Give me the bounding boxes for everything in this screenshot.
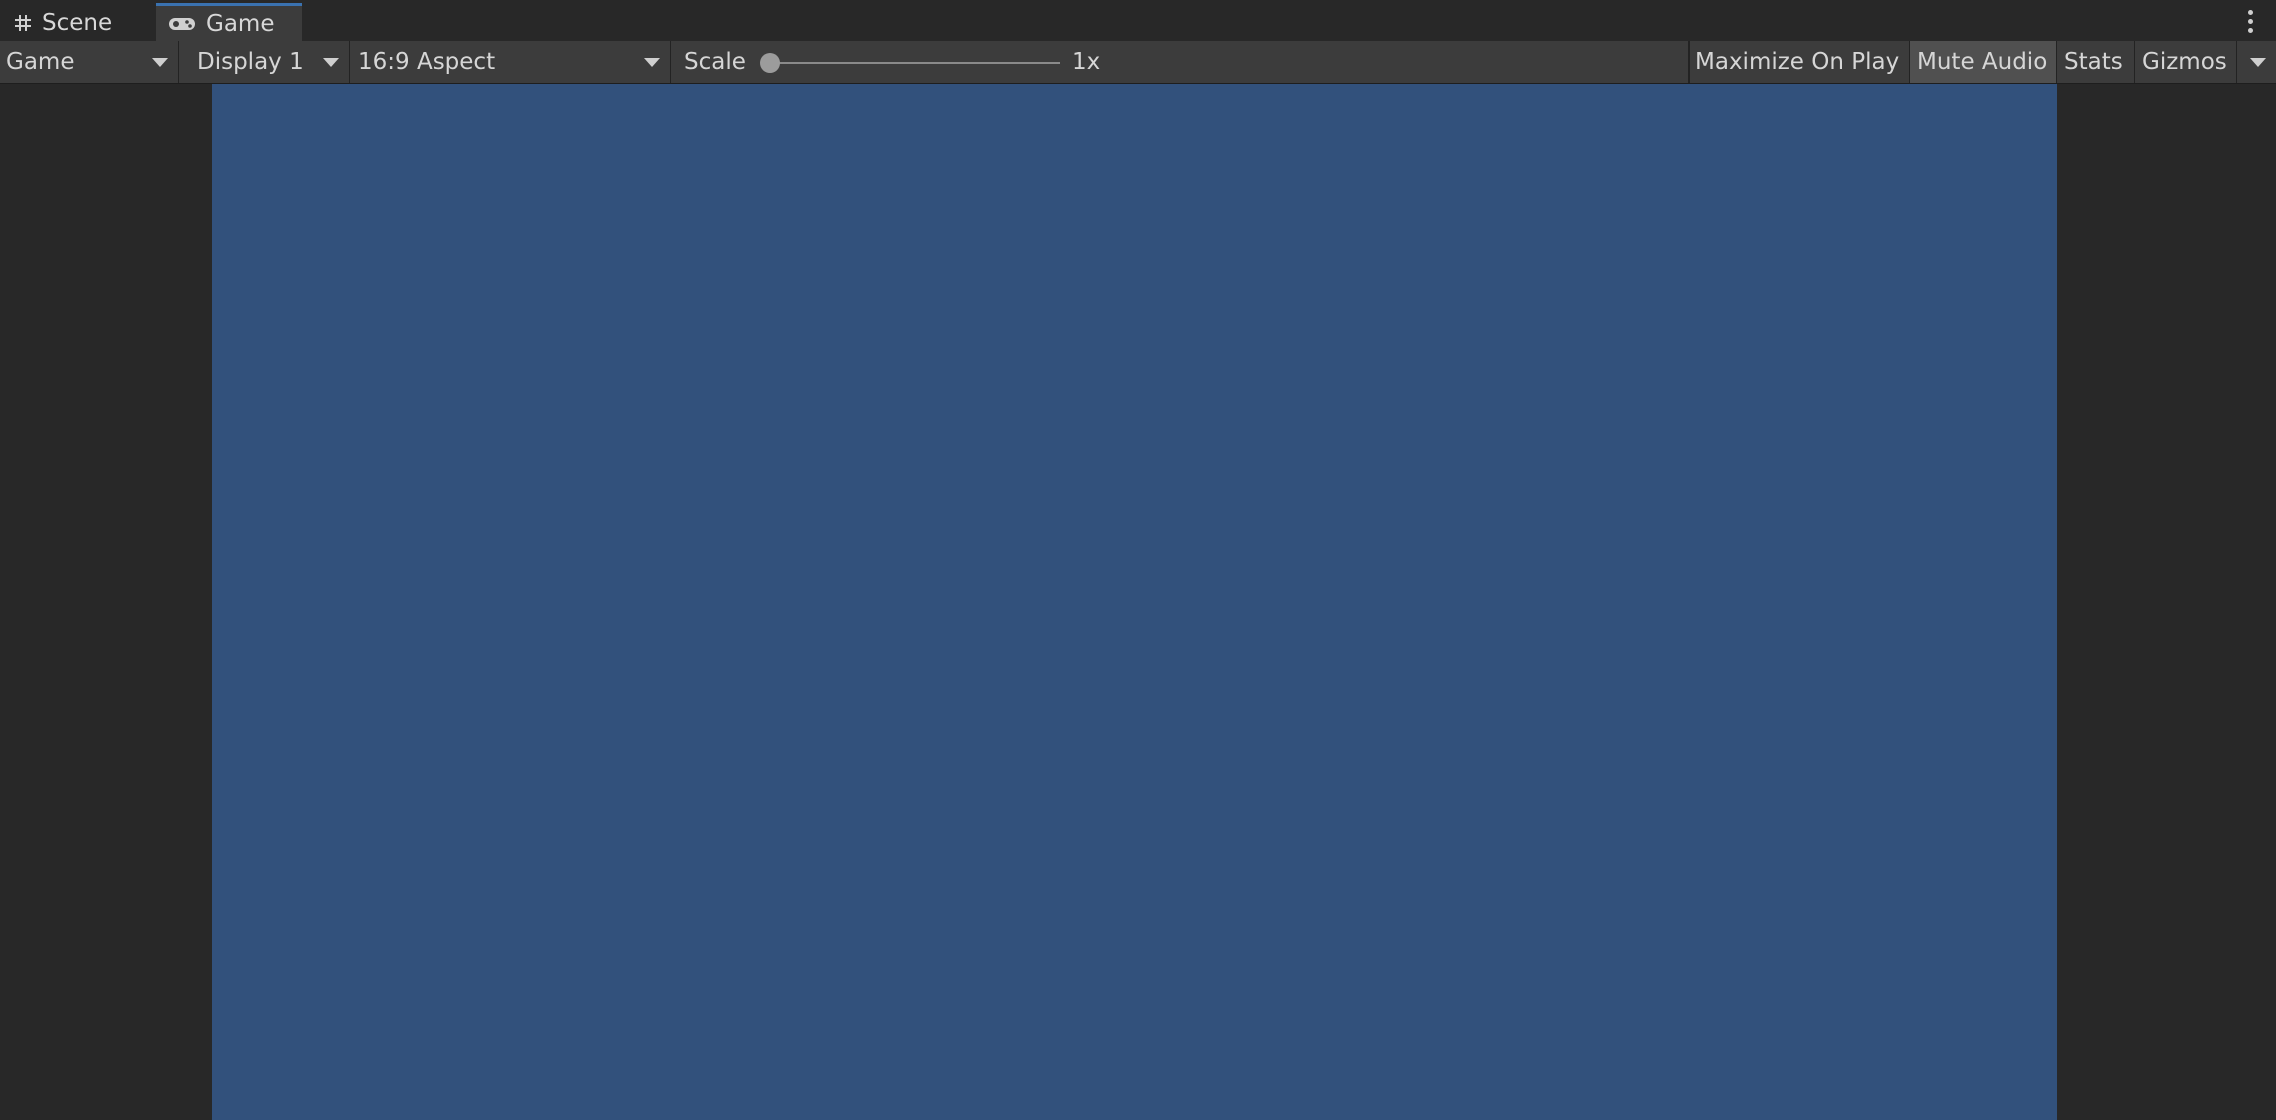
display-dropdown[interactable]: Display 1 [179, 41, 350, 83]
gizmos-toggle[interactable]: Gizmos [2135, 41, 2237, 83]
chevron-down-icon [323, 58, 339, 67]
aspect-label: 16:9 Aspect [358, 49, 496, 75]
tab-label: Scene [42, 10, 113, 36]
stats-label: Stats [2064, 49, 2123, 75]
mute-audio-label: Mute Audio [1917, 49, 2048, 75]
more-options-icon[interactable] [2248, 10, 2256, 33]
tab-game[interactable]: Game [156, 3, 302, 41]
letterbox-left [0, 84, 212, 1120]
mute-audio-toggle[interactable]: Mute Audio [1910, 41, 2057, 83]
scale-value-text: 1x [1072, 49, 1101, 75]
letterbox-right [2057, 84, 2276, 1120]
stats-toggle[interactable]: Stats [2057, 41, 2135, 83]
display-label: Display 1 [197, 49, 304, 75]
chevron-down-icon [2250, 58, 2266, 67]
gizmos-label: Gizmos [2142, 49, 2227, 75]
chevron-down-icon [644, 58, 660, 67]
tab-label: Game [206, 10, 275, 37]
scale-label: Scale [684, 49, 746, 75]
game-viewport[interactable] [212, 84, 2057, 1120]
tab-scene[interactable]: Scene [0, 5, 155, 41]
chevron-down-icon [152, 58, 168, 67]
scale-slider-thumb[interactable] [760, 53, 780, 73]
scale-value: 1x [1072, 41, 1100, 83]
tab-bar: Scene Game [0, 0, 2276, 41]
maximize-on-play-toggle[interactable]: Maximize On Play [1689, 41, 1910, 83]
view-mode-dropdown[interactable]: Game [0, 41, 179, 83]
scale-slider-track[interactable] [772, 62, 1060, 64]
view-mode-label: Game [6, 49, 75, 75]
aspect-dropdown[interactable]: 16:9 Aspect [350, 41, 671, 83]
gizmos-dropdown[interactable] [2237, 41, 2276, 83]
maximize-on-play-label: Maximize On Play [1695, 49, 1900, 75]
gamepad-icon [168, 16, 196, 32]
game-toolbar: Game Display 1 16:9 Aspect Scale 1x Maxi… [0, 41, 2276, 84]
grid-icon [14, 14, 32, 32]
